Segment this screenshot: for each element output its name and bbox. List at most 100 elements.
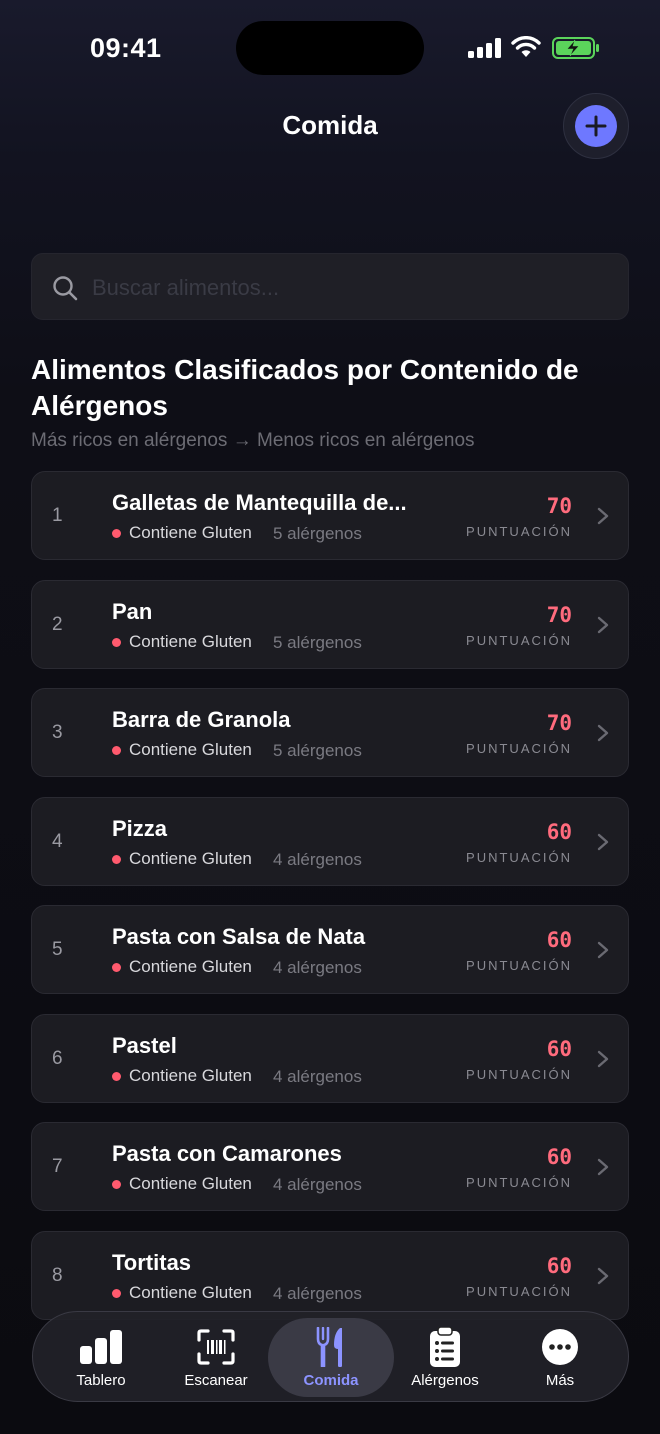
food-row[interactable]: 1 Galletas de Mantequilla de... Contiene…	[31, 471, 629, 560]
wifi-icon	[511, 36, 541, 57]
chevron-right-icon	[597, 1267, 609, 1284]
gluten-dot-icon	[112, 1180, 121, 1189]
food-rank: 8	[52, 1264, 63, 1286]
food-row[interactable]: 4 Pizza Contiene Gluten 4 alérgenos 60 P…	[31, 796, 629, 886]
score-label: PUNTUACIÓN	[466, 1175, 572, 1190]
chevron-right-icon	[597, 507, 609, 525]
tab-bar: Tablero Escanear Comida Alérgenos Más	[32, 1311, 629, 1402]
tab-comida[interactable]: Comida	[283, 1312, 379, 1403]
score-label: PUNTUACIÓN	[466, 1283, 572, 1299]
food-name: Pasta con Salsa de Nata	[112, 924, 366, 949]
allergen-count: 5 alérgenos	[273, 741, 362, 760]
food-name: Pasta con Camarones	[112, 1141, 342, 1166]
gluten-dot-icon	[112, 746, 121, 755]
dynamic-island	[236, 21, 424, 75]
score-label: PUNTUACIÓN	[466, 741, 572, 756]
clipboard-list-icon	[430, 1327, 460, 1367]
food-list: 1 Galletas de Mantequilla de... Contiene…	[31, 471, 629, 1339]
food-tag: Contiene Gluten	[129, 631, 252, 651]
gluten-dot-icon	[112, 529, 121, 538]
tab-label: Escanear	[184, 1372, 248, 1389]
gluten-dot-icon	[112, 963, 121, 972]
plus-icon	[585, 115, 607, 137]
food-rank: 4	[52, 830, 63, 852]
food-row[interactable]: 3 Barra de Granola Contiene Gluten 5 alé…	[31, 688, 629, 777]
allergen-count: 4 alérgenos	[273, 849, 362, 869]
food-rank: 7	[52, 1156, 63, 1177]
score-label: PUNTUACIÓN	[466, 1066, 572, 1082]
food-row[interactable]: 8 Tortitas Contiene Gluten 4 alérgenos 6…	[31, 1230, 629, 1320]
chevron-right-icon	[597, 833, 609, 850]
food-score: 60	[546, 1036, 572, 1061]
food-name: Tortitas	[112, 1249, 192, 1275]
food-row[interactable]: 7 Pasta con Camarones Contiene Gluten 4 …	[31, 1122, 629, 1211]
allergen-count: 4 alérgenos	[273, 1066, 362, 1086]
gluten-dot-icon	[112, 1071, 121, 1081]
search-input[interactable]	[92, 254, 612, 321]
chevron-right-icon	[597, 941, 609, 959]
food-score: 60	[546, 928, 572, 952]
food-tag: Contiene Gluten	[129, 1282, 252, 1302]
food-score: 60	[546, 1145, 572, 1169]
chevron-right-icon	[597, 1050, 609, 1067]
tab-escanear[interactable]: Escanear	[168, 1312, 264, 1403]
score-label: PUNTUACIÓN	[466, 958, 572, 973]
allergen-count: 5 alérgenos	[273, 524, 362, 543]
food-name: Pastel	[112, 1032, 177, 1058]
section-subtitle: Más ricos en alérgenos → Menos ricos en …	[31, 430, 475, 451]
allergen-count: 5 alérgenos	[273, 632, 362, 652]
food-name: Galletas de Mantequilla de...	[112, 490, 407, 515]
food-score: 70	[546, 711, 572, 735]
allergen-count: 4 alérgenos	[273, 1175, 362, 1194]
food-tag: Contiene Gluten	[129, 957, 252, 976]
section-title: Alimentos Clasificados por Contenido de …	[31, 354, 579, 421]
tab-label: Alérgenos	[411, 1372, 479, 1389]
food-row[interactable]: 6 Pastel Contiene Gluten 4 alérgenos 60 …	[31, 1013, 629, 1103]
chevron-right-icon	[597, 616, 609, 633]
food-row[interactable]: 5 Pasta con Salsa de Nata Contiene Glute…	[31, 905, 629, 994]
food-tag: Contiene Gluten	[129, 523, 252, 542]
chevron-right-icon	[597, 1158, 609, 1176]
food-tag: Contiene Gluten	[129, 740, 252, 759]
gluten-dot-icon	[112, 637, 121, 647]
more-dots-icon	[542, 1329, 578, 1365]
allergen-count: 4 alérgenos	[273, 1283, 362, 1303]
chevron-right-icon	[597, 724, 609, 742]
tab-label: Comida	[303, 1372, 359, 1389]
page-title: Comida	[282, 110, 378, 140]
food-row[interactable]: 2 Pan Contiene Gluten 5 alérgenos 70 PUN…	[31, 579, 629, 669]
status-time: 09:41	[90, 33, 162, 63]
gluten-dot-icon	[112, 854, 121, 864]
fork-knife-icon	[316, 1327, 342, 1367]
barcode-scan-icon	[197, 1329, 235, 1365]
allergen-count: 4 alérgenos	[273, 958, 362, 977]
tab-alergenos[interactable]: Alérgenos	[397, 1312, 493, 1403]
food-score: 60	[546, 1253, 572, 1278]
add-button-circle	[575, 105, 617, 147]
food-rank: 1	[52, 505, 63, 526]
tab-tablero[interactable]: Tablero	[55, 1312, 147, 1403]
score-label: PUNTUACIÓN	[466, 849, 572, 865]
bar-chart-icon	[80, 1330, 122, 1364]
battery-charging-icon	[552, 37, 599, 59]
tab-mas[interactable]: Más	[515, 1312, 605, 1403]
search-bar[interactable]	[31, 253, 629, 321]
status-bar: 09:41	[0, 0, 660, 98]
food-tag: Contiene Gluten	[129, 1174, 252, 1193]
food-tag: Contiene Gluten	[129, 1065, 252, 1085]
gluten-dot-icon	[112, 1288, 121, 1298]
food-rank: 3	[52, 722, 63, 743]
food-name: Pan	[112, 598, 153, 624]
food-rank: 2	[52, 613, 63, 635]
food-name: Pizza	[112, 815, 168, 841]
tab-label: Más	[545, 1372, 575, 1389]
food-score: 60	[546, 819, 572, 844]
add-food-button[interactable]	[563, 93, 629, 159]
food-score: 70	[546, 494, 572, 518]
food-score: 70	[546, 602, 572, 627]
score-label: PUNTUACIÓN	[466, 524, 572, 539]
cellular-signal-icon	[468, 38, 501, 58]
food-rank: 5	[52, 939, 63, 960]
food-rank: 6	[52, 1047, 63, 1069]
score-label: PUNTUACIÓN	[466, 632, 572, 648]
